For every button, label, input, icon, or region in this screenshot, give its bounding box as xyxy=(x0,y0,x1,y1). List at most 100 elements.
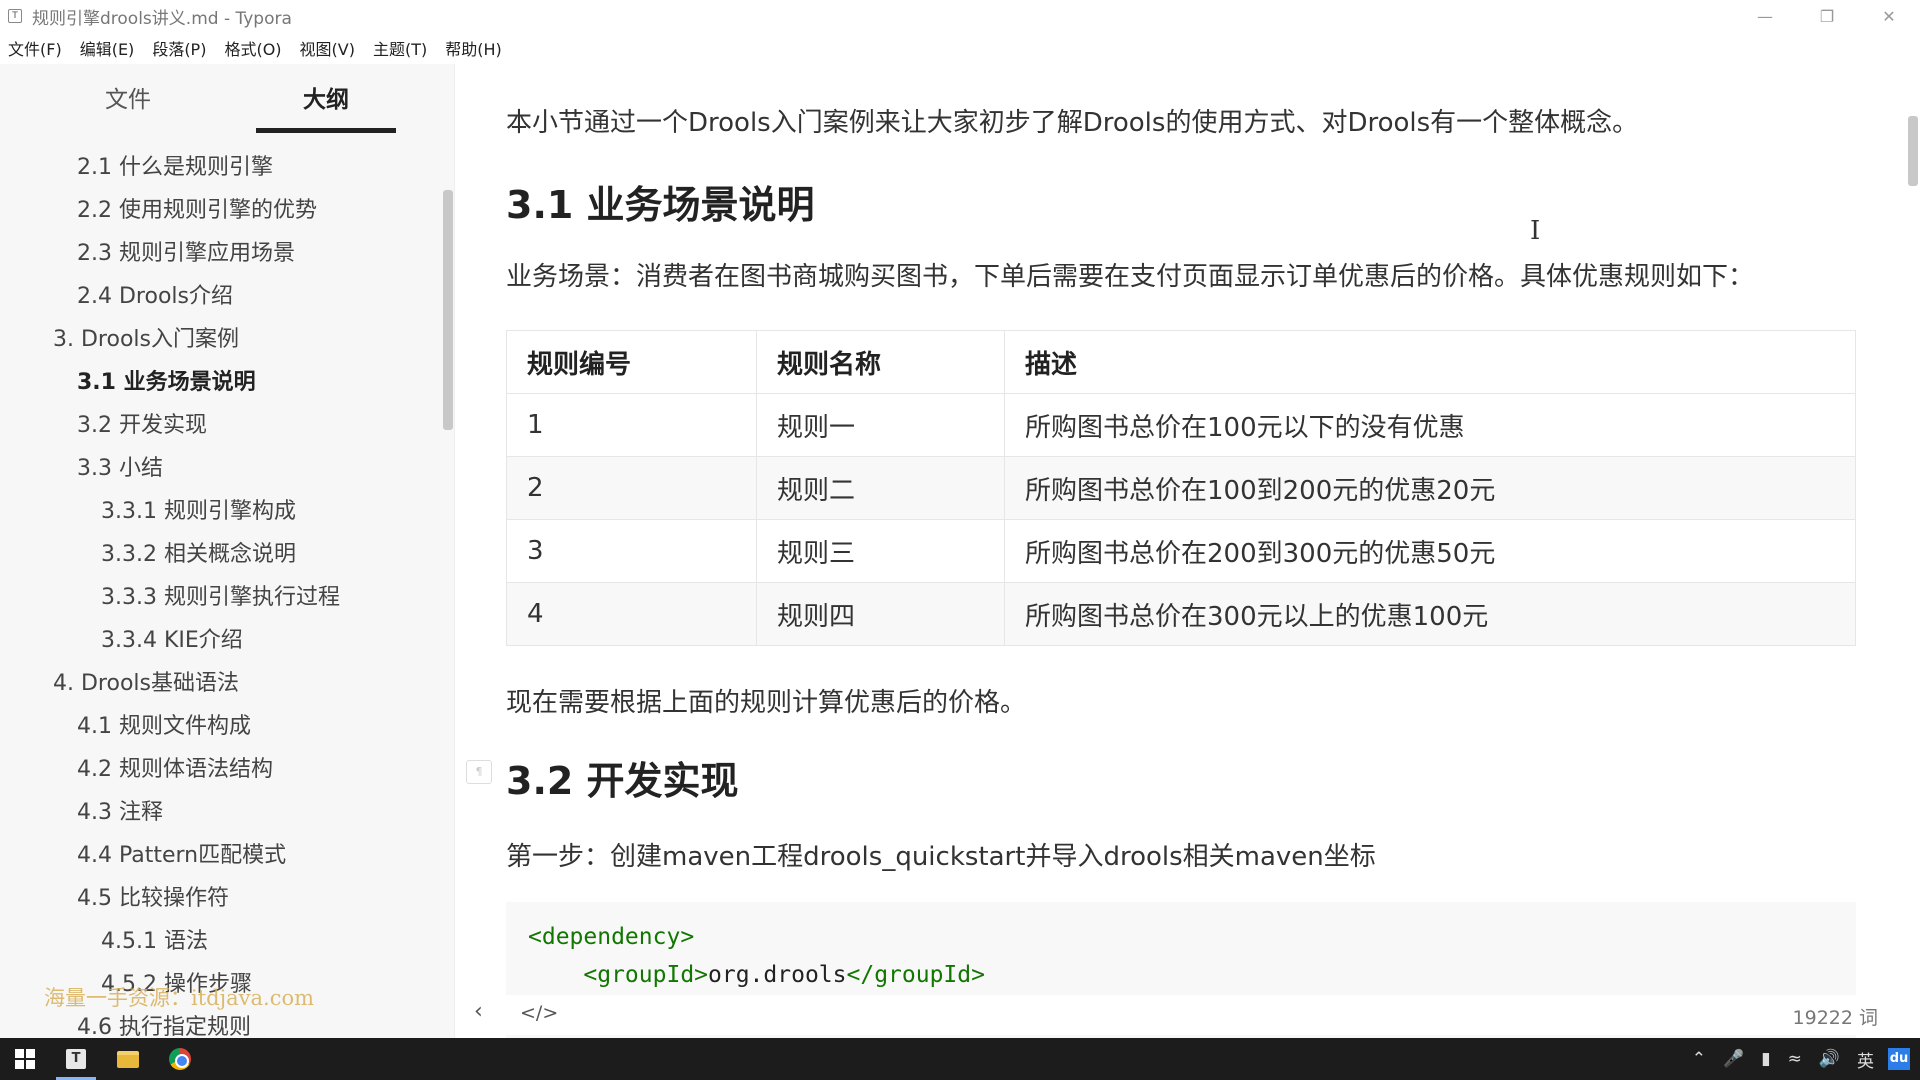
editor-scrollbar[interactable] xyxy=(1908,116,1918,186)
code-text: org.drools xyxy=(708,962,847,988)
tab-active-indicator xyxy=(256,128,396,133)
outline-item[interactable]: 3.3.1 规则引擎构成 xyxy=(0,490,440,533)
outline-list: 2.1 什么是规则引擎 2.2 使用规则引擎的优势 2.3 规则引擎应用场景 2… xyxy=(0,146,440,1038)
chrome-icon xyxy=(169,1048,191,1070)
after-table-paragraph: 现在需要根据上面的规则计算优惠后的价格。 xyxy=(506,688,1027,718)
word-count[interactable]: 19222 词 xyxy=(1793,1003,1878,1030)
outline-item[interactable]: 2.4 Drools介绍 xyxy=(0,275,440,318)
menu-format[interactable]: 格式(O) xyxy=(224,36,281,60)
menu-paragraph[interactable]: 段落(P) xyxy=(152,36,206,60)
taskbar-typora[interactable]: T xyxy=(50,1038,102,1080)
outline-item[interactable]: 4.5.1 语法 xyxy=(0,920,440,963)
table-cell: 规则一 xyxy=(756,393,1005,457)
outline-item[interactable]: 3. Drools入门案例 xyxy=(0,318,440,361)
sidebar-scrollbar[interactable] xyxy=(443,190,453,430)
menu-edit[interactable]: 编辑(E) xyxy=(80,36,135,60)
code-line: <groupId>org.drools</groupId> xyxy=(528,956,1834,994)
window-controls: — ❐ ✕ xyxy=(1734,0,1920,32)
table-cell: 规则二 xyxy=(756,456,1005,520)
title-bar: T 规则引擎drools讲义.md - Typora — ❐ ✕ xyxy=(0,0,1920,32)
outline-item[interactable]: 2.2 使用规则引擎的优势 xyxy=(0,189,440,232)
outline-item[interactable]: 4.5 比较操作符 xyxy=(0,877,440,920)
table-cell: 4 xyxy=(506,582,757,646)
code-line: <dependency> xyxy=(528,918,1834,956)
menu-file[interactable]: 文件(F) xyxy=(8,36,62,60)
code-tag: <groupId> xyxy=(583,962,709,988)
microphone-icon[interactable]: 🎤 xyxy=(1723,1049,1744,1069)
table-cell: 3 xyxy=(506,519,757,583)
menu-view[interactable]: 视图(V) xyxy=(300,36,355,60)
outline-item[interactable]: 3.3.2 相关概念说明 xyxy=(0,533,440,576)
menu-bar: 文件(F) 编辑(E) 段落(P) 格式(O) 视图(V) 主题(T) 帮助(H… xyxy=(0,34,520,62)
code-tag: <dependency> xyxy=(528,924,695,950)
outline-item[interactable]: 2.1 什么是规则引擎 xyxy=(0,146,440,189)
chevron-up-icon[interactable]: ⌃ xyxy=(1692,1049,1706,1069)
battery-icon[interactable]: ▮ xyxy=(1761,1049,1770,1069)
windows-logo-icon xyxy=(15,1049,35,1069)
table-cell: 2 xyxy=(506,456,757,520)
folder-icon xyxy=(117,1050,139,1068)
outline-item[interactable]: 4.2 规则体语法结构 xyxy=(0,748,440,791)
outline-item[interactable]: 4. Drools基础语法 xyxy=(0,662,440,705)
outline-item[interactable]: 3.3.4 KIE介绍 xyxy=(0,619,440,662)
paragraph-handle-icon[interactable]: ¶ xyxy=(466,760,492,784)
outline-item[interactable]: 4.3 注释 xyxy=(0,791,440,834)
table-cell: 所购图书总价在100元以下的没有优惠 xyxy=(1004,393,1856,457)
tab-outline[interactable]: 大纲 xyxy=(256,78,396,134)
table-cell: 规则三 xyxy=(756,519,1005,583)
code-tag: </groupId> xyxy=(846,962,985,988)
taskbar-chrome[interactable] xyxy=(154,1038,206,1080)
menu-theme[interactable]: 主题(T) xyxy=(373,36,427,60)
outline-item[interactable]: 3.3.3 规则引擎执行过程 xyxy=(0,576,440,619)
windows-taskbar: T ⌃ 🎤 ▮ ≈ 🔊 英 du xyxy=(0,1038,1920,1080)
editor-area[interactable]: 本小节通过一个Drools入门案例来让大家初步了解Drools的使用方式、对Dr… xyxy=(456,64,1920,1038)
text-cursor-icon: I xyxy=(1530,216,1541,246)
table-cell: 所购图书总价在100到200元的优惠20元 xyxy=(1004,456,1856,520)
baidu-input-icon[interactable]: du xyxy=(1888,1048,1910,1070)
outline-item[interactable]: 3.2 开发实现 xyxy=(0,404,440,447)
restore-button[interactable]: ❐ xyxy=(1796,0,1858,32)
wifi-icon[interactable]: ≈ xyxy=(1788,1049,1802,1069)
heading-3-1: 3.1 业务场景说明 xyxy=(506,183,815,227)
heading-3-2: 3.2 开发实现 xyxy=(506,759,739,803)
typora-app-icon: T xyxy=(8,9,22,23)
system-tray: ⌃ 🎤 ▮ ≈ 🔊 英 du xyxy=(1675,1038,1910,1080)
rules-table: 规则编号 规则名称 描述 1 规则一 所购图书总价在100元以下的没有优惠 2 … xyxy=(506,330,1856,646)
table-header-cell: 规则编号 xyxy=(506,330,757,394)
outline-item[interactable]: 4.1 规则文件构成 xyxy=(0,705,440,748)
table-cell: 所购图书总价在300元以上的优惠100元 xyxy=(1004,582,1856,646)
start-button[interactable] xyxy=(0,1038,50,1080)
intro-paragraph: 本小节通过一个Drools入门案例来让大家初步了解Drools的使用方式、对Dr… xyxy=(506,108,1639,138)
outline-item[interactable]: 2.3 规则引擎应用场景 xyxy=(0,232,440,275)
table-cell: 所购图书总价在200到300元的优惠50元 xyxy=(1004,519,1856,583)
table-row: 1 规则一 所购图书总价在100元以下的没有优惠 xyxy=(506,393,1856,457)
table-row: 2 规则二 所购图书总价在100到200元的优惠20元 xyxy=(506,456,1856,520)
typora-icon: T xyxy=(66,1049,86,1069)
table-header-cell: 描述 xyxy=(1004,330,1856,394)
volume-icon[interactable]: 🔊 xyxy=(1819,1049,1840,1069)
table-header-row: 规则编号 规则名称 描述 xyxy=(506,330,1856,394)
table-row: 3 规则三 所购图书总价在200到300元的优惠50元 xyxy=(506,519,1856,583)
sidebar: 文件 大纲 2.1 什么是规则引擎 2.2 使用规则引擎的优势 2.3 规则引擎… xyxy=(0,64,455,1038)
toggle-sidebar-icon[interactable]: ‹ xyxy=(474,999,483,1024)
step1-paragraph: 第一步：创建maven工程drools_quickstart并导入drools相… xyxy=(506,842,1376,872)
table-row: 4 规则四 所购图书总价在300元以上的优惠100元 xyxy=(506,582,1856,646)
table-header-cell: 规则名称 xyxy=(756,330,1005,394)
close-button[interactable]: ✕ xyxy=(1858,0,1920,32)
menu-help[interactable]: 帮助(H) xyxy=(445,36,502,60)
outline-item-active[interactable]: 3.1 业务场景说明 xyxy=(0,361,440,404)
status-footer: ‹ </> 19222 词 xyxy=(456,995,1920,1035)
outline-item[interactable]: 3.3 小结 xyxy=(0,447,440,490)
window-title: 规则引擎drools讲义.md - Typora xyxy=(32,8,292,29)
minimize-button[interactable]: — xyxy=(1734,0,1796,32)
table-cell: 规则四 xyxy=(756,582,1005,646)
outline-item[interactable]: 4.4 Pattern匹配模式 xyxy=(0,834,440,877)
table-cell: 1 xyxy=(506,393,757,457)
taskbar-file-explorer[interactable] xyxy=(102,1038,154,1080)
input-language[interactable]: 英 xyxy=(1857,1047,1874,1072)
tab-files[interactable]: 文件 xyxy=(58,78,198,134)
scenario-paragraph: 业务场景：消费者在图书商城购买图书，下单后需要在支付页面显示订单优惠后的价格。具… xyxy=(506,262,1755,292)
source-mode-icon[interactable]: </> xyxy=(520,1002,558,1024)
sidebar-tabs: 文件 大纲 xyxy=(0,78,440,134)
watermark-text: 海量一手资源：itdjava.com xyxy=(44,986,315,1010)
